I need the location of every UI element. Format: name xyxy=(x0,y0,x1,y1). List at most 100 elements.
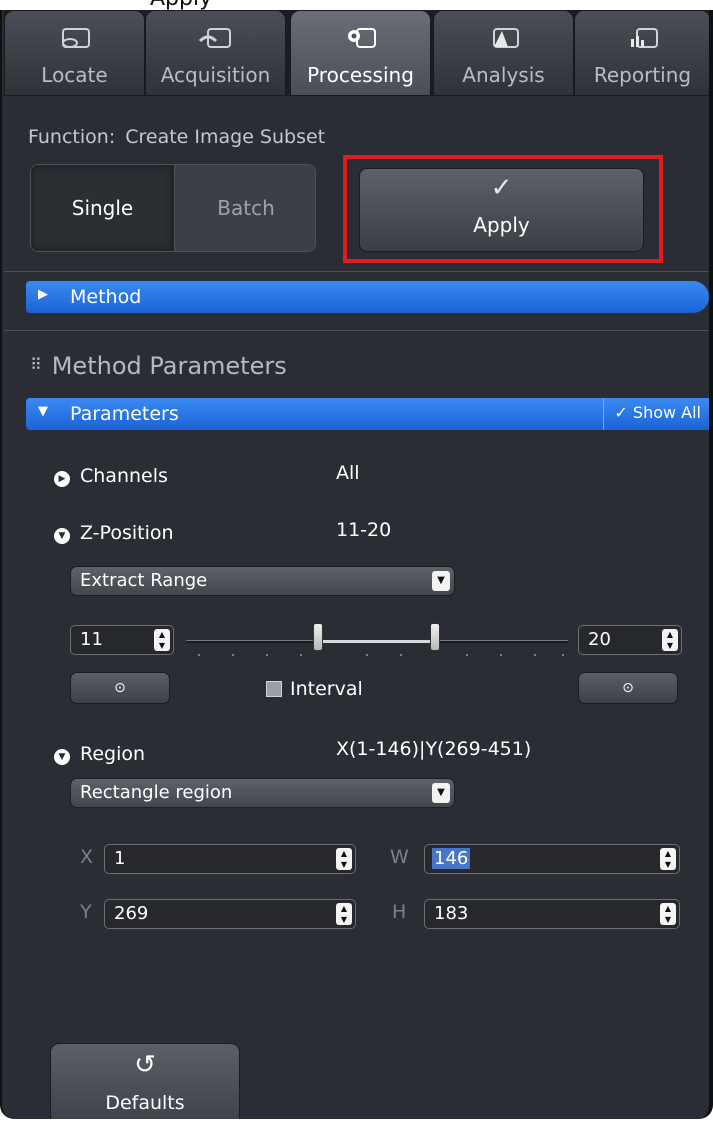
tick-mark xyxy=(562,654,564,656)
collapse-down-icon: ▼ xyxy=(38,404,48,419)
apply-button[interactable]: ✓ Apply xyxy=(359,168,644,252)
tab-analysis[interactable]: Analysis xyxy=(433,10,574,96)
z-position-mode-dropdown[interactable]: Extract Range ▼ xyxy=(70,566,455,596)
tab-label: Processing xyxy=(307,63,414,87)
w-spinbox[interactable]: 146 ▲ ▼ xyxy=(424,844,680,874)
expand-circle-icon: ▶ xyxy=(54,471,70,487)
spin-arrows-icon[interactable]: ▲ ▼ xyxy=(660,903,676,925)
processing-panel-container: Locate Acquisition Processing Analysis R… xyxy=(0,10,713,1129)
tick-mark xyxy=(466,654,468,656)
chevron-down-icon: ▼ xyxy=(432,783,450,803)
acquisition-icon xyxy=(196,25,236,53)
function-row: Function: Create Image Subset xyxy=(28,126,325,148)
collapse-circle-icon: ▼ xyxy=(54,749,70,765)
tick-mark xyxy=(266,654,268,656)
z-range-start-handle[interactable] xyxy=(313,623,323,651)
spin-arrows-icon[interactable]: ▲ ▼ xyxy=(336,903,352,925)
z-start-spinbox[interactable]: 11 ▲ ▼ xyxy=(70,625,174,655)
tab-label: Reporting xyxy=(593,63,692,87)
main-tabs: Locate Acquisition Processing Analysis R… xyxy=(4,10,709,96)
w-value: 146 xyxy=(432,848,471,869)
region-label: Region xyxy=(80,743,146,765)
z-start-value: 11 xyxy=(80,629,103,650)
defaults-button[interactable]: ↺ Defaults xyxy=(50,1043,240,1119)
spin-arrows-icon[interactable]: ▲ ▼ xyxy=(336,848,352,870)
reset-icon: ↺ xyxy=(134,1050,156,1080)
chevron-down-icon: ▼ xyxy=(432,571,450,591)
analysis-icon xyxy=(484,25,524,53)
tab-locate[interactable]: Locate xyxy=(4,10,145,96)
z-position-row[interactable]: ▼ Z-Position xyxy=(54,522,174,544)
locate-icon xyxy=(55,25,95,53)
z-end-value: 20 xyxy=(588,629,611,650)
apply-label: Apply xyxy=(473,213,530,237)
method-section-label: Method xyxy=(70,286,142,308)
divider xyxy=(4,330,709,331)
method-section-bar[interactable]: ▶ Method xyxy=(26,281,709,313)
channels-row[interactable]: ▶ Channels xyxy=(54,465,168,487)
x-label: X xyxy=(80,846,94,868)
y-label: Y xyxy=(80,901,92,923)
tick-mark xyxy=(232,654,234,656)
target-icon: ⊙ xyxy=(622,680,634,696)
z-position-value: 11-20 xyxy=(336,519,392,541)
tab-label: Analysis xyxy=(462,63,545,87)
tick-mark xyxy=(198,654,200,656)
processing-icon xyxy=(341,25,381,53)
expand-right-icon: ▶ xyxy=(38,287,48,302)
w-label: W xyxy=(390,846,409,868)
method-parameters-label: Method Parameters xyxy=(51,352,287,380)
show-all-label: Show All xyxy=(632,403,701,422)
tab-label: Acquisition xyxy=(160,63,271,87)
channels-value: All xyxy=(336,462,360,484)
single-mode-button[interactable]: Single xyxy=(31,165,174,251)
interval-checkbox-row[interactable]: Interval xyxy=(266,678,363,700)
target-icon: ⊙ xyxy=(114,680,126,696)
function-value: Create Image Subset xyxy=(125,126,326,148)
collapse-circle-icon: ▼ xyxy=(54,528,70,544)
batch-mode-button[interactable]: Batch xyxy=(174,165,315,251)
tick-mark xyxy=(500,654,502,656)
defaults-label: Defaults xyxy=(105,1092,185,1114)
z-position-label: Z-Position xyxy=(80,522,174,544)
function-label: Function: xyxy=(28,126,116,148)
grip-icon: ⠿ xyxy=(30,355,42,374)
parameters-section-label: Parameters xyxy=(70,403,179,425)
reporting-icon xyxy=(623,25,663,53)
spin-arrows-icon[interactable]: ▲ ▼ xyxy=(662,629,678,651)
z-end-spinbox[interactable]: 20 ▲ ▼ xyxy=(578,625,682,655)
mode-toggle-group: Single Batch xyxy=(30,164,316,252)
x-value: 1 xyxy=(114,848,126,869)
method-parameters-title: ⠿ Method Parameters xyxy=(30,352,287,380)
parameters-section-bar[interactable]: ▼ Parameters ✓ Show All xyxy=(26,398,709,430)
dropdown-value: Rectangle region xyxy=(80,782,233,803)
tab-acquisition[interactable]: Acquisition xyxy=(145,10,286,96)
show-all-toggle[interactable]: ✓ Show All xyxy=(603,398,709,430)
tab-label: Locate xyxy=(41,63,108,87)
checkmark-icon: ✓ xyxy=(614,403,633,422)
tick-mark xyxy=(534,654,536,656)
spin-arrows-icon[interactable]: ▲ ▼ xyxy=(154,629,170,651)
set-start-current-button[interactable]: ⊙ xyxy=(70,672,170,704)
x-spinbox[interactable]: 1 ▲ ▼ xyxy=(104,844,356,874)
h-value: 183 xyxy=(434,903,469,924)
tick-mark xyxy=(366,654,368,656)
processing-panel: Locate Acquisition Processing Analysis R… xyxy=(0,10,713,1119)
set-end-current-button[interactable]: ⊙ xyxy=(578,672,678,704)
interval-checkbox[interactable] xyxy=(266,681,282,697)
y-spinbox[interactable]: 269 ▲ ▼ xyxy=(104,899,356,929)
z-range-end-handle[interactable] xyxy=(430,623,440,651)
tick-mark xyxy=(400,654,402,656)
dropdown-value: Extract Range xyxy=(80,570,208,591)
h-spinbox[interactable]: 183 ▲ ▼ xyxy=(424,899,680,929)
channels-label: Channels xyxy=(80,465,168,487)
checkmark-icon: ✓ xyxy=(490,173,513,203)
h-label: H xyxy=(392,901,407,923)
region-value: X(1-146)|Y(269-451) xyxy=(336,738,532,760)
region-row[interactable]: ▼ Region xyxy=(54,743,145,765)
tab-reporting[interactable]: Reporting xyxy=(574,10,709,96)
tab-processing[interactable]: Processing xyxy=(290,10,431,96)
divider xyxy=(4,271,709,272)
region-mode-dropdown[interactable]: Rectangle region ▼ xyxy=(70,778,455,808)
spin-arrows-icon[interactable]: ▲ ▼ xyxy=(660,848,676,870)
